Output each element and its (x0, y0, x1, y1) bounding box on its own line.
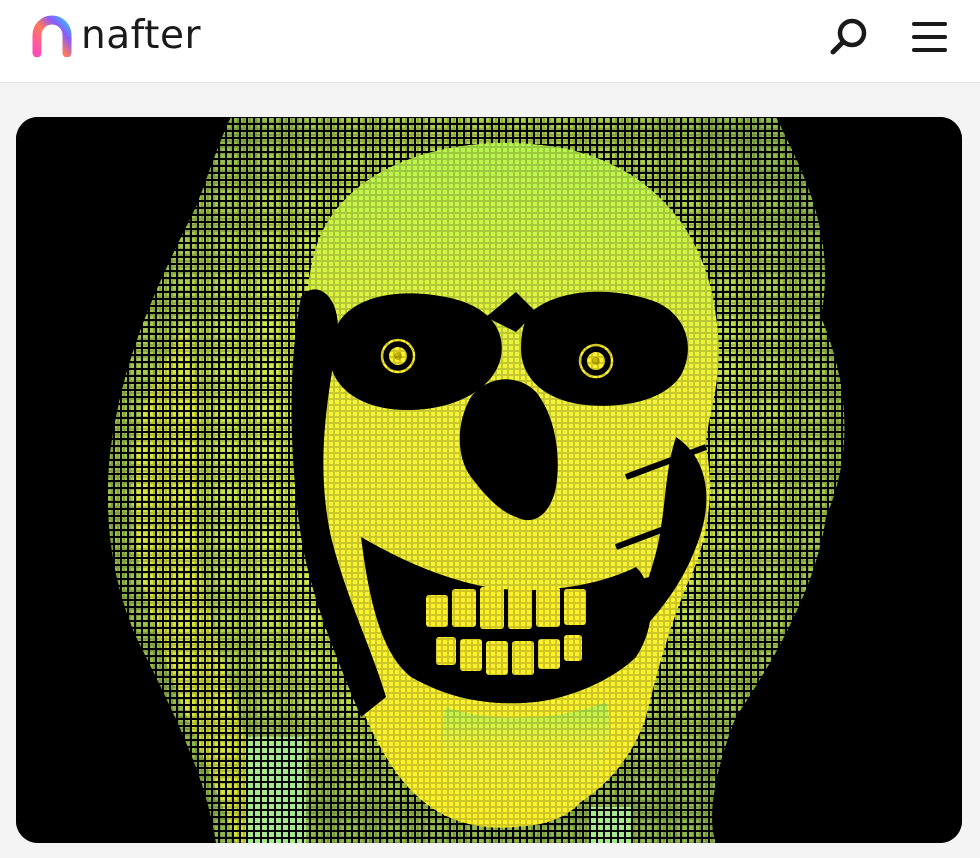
nft-artwork-card[interactable] (16, 117, 962, 843)
nafter-logo-icon (32, 15, 72, 57)
brand-name: nafter (81, 13, 201, 58)
menu-button[interactable] (909, 16, 951, 58)
brand-logo[interactable]: nafter (31, 14, 201, 58)
hamburger-menu-icon (912, 22, 947, 52)
skull-artwork (16, 117, 962, 843)
search-icon (830, 18, 867, 55)
search-button[interactable] (828, 16, 870, 58)
top-navigation-bar: nafter (0, 0, 980, 83)
